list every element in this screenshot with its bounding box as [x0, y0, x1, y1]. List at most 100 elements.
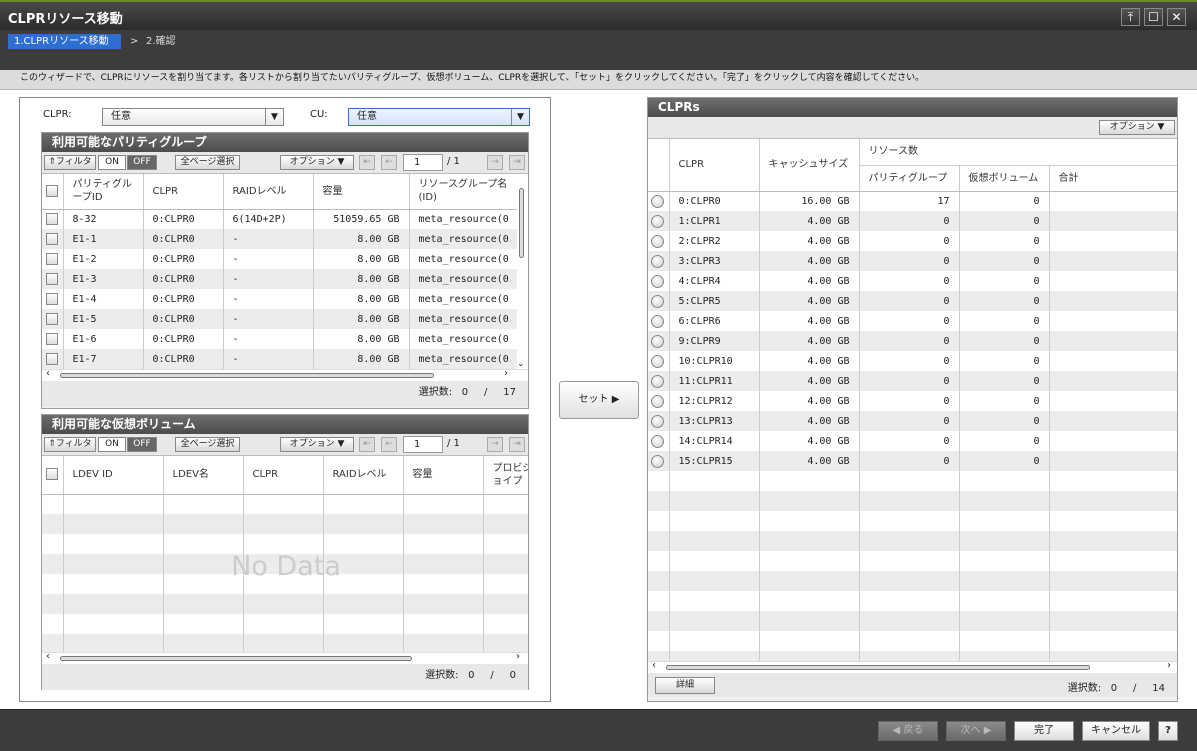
filter-on-toggle[interactable]: ON	[98, 155, 126, 170]
column-header[interactable]: RAIDレベル	[223, 174, 314, 210]
filter-on-toggle[interactable]: ON	[98, 437, 126, 452]
column-header-vvol[interactable]: 仮想ボリューム	[959, 165, 1050, 192]
table-row[interactable]: E1-1 0:CLPR0-8.00 GB meta_resource(0	[42, 229, 519, 249]
table-row[interactable]: E1-4 0:CLPR0-8.00 GB meta_resource(0	[42, 289, 519, 309]
scroll-right-icon[interactable]: ›	[504, 368, 508, 379]
column-header-parity[interactable]: パリティグループ	[859, 165, 960, 192]
filter-off-toggle[interactable]: OFF	[127, 437, 157, 452]
cu-filter-select[interactable]: 任意 ▼	[348, 108, 530, 126]
column-header[interactable]: 容量	[403, 456, 484, 495]
row-radio[interactable]	[651, 414, 664, 428]
scroll-right-icon[interactable]: ›	[516, 651, 520, 662]
scroll-left-icon[interactable]: ‹	[46, 651, 50, 662]
filter-button[interactable]: ⇑フィルタ	[44, 437, 96, 452]
table-row[interactable]: 0:CLPR016.00 GB1701	[648, 191, 1177, 211]
row-radio[interactable]	[651, 234, 664, 248]
column-header-clpr[interactable]: CLPR	[669, 139, 760, 192]
column-header[interactable]: CLPR	[143, 174, 224, 210]
select-all-checkbox[interactable]	[46, 184, 58, 197]
last-page-icon[interactable]: ⇥	[509, 155, 525, 170]
page-number-input[interactable]: 1	[403, 154, 443, 171]
table-row[interactable]: 9:CLPR9 4.00 GB 0 0	[648, 331, 1177, 351]
horizontal-scrollbar[interactable]: ‹ ›	[648, 660, 1177, 673]
finish-button[interactable]: 完了	[1014, 721, 1074, 741]
horizontal-scrollbar[interactable]: ‹ ›	[42, 651, 528, 664]
table-row[interactable]: 1:CLPR1 4.00 GB 0 0	[648, 211, 1177, 231]
scroll-thumb[interactable]	[60, 373, 434, 378]
row-checkbox[interactable]	[46, 233, 58, 245]
table-row[interactable]: E1-6 0:CLPR0-8.00 GB meta_resource(0	[42, 329, 519, 349]
column-header[interactable]: パリティグループID	[63, 174, 144, 210]
table-row[interactable]: E1-7 0:CLPR0-8.00 GB meta_resource(0	[42, 349, 519, 369]
select-all-checkbox[interactable]	[46, 468, 58, 481]
column-header[interactable]: リソースグループ名(ID)	[409, 174, 519, 210]
row-radio[interactable]	[651, 454, 664, 468]
row-radio[interactable]	[651, 394, 664, 408]
options-button[interactable]: オプション ▼	[280, 437, 354, 452]
select-all-pages-button[interactable]: 全ページ選択	[175, 437, 240, 452]
row-radio[interactable]	[651, 254, 664, 268]
row-checkbox[interactable]	[46, 333, 58, 345]
options-button[interactable]: オプション ▼	[280, 155, 354, 170]
column-header[interactable]: LDEV ID	[63, 456, 164, 495]
scroll-thumb[interactable]	[60, 656, 412, 661]
column-header[interactable]: LDEV名	[163, 456, 244, 495]
row-checkbox[interactable]	[46, 213, 58, 226]
prev-page-icon[interactable]: ←	[381, 155, 397, 170]
horizontal-scrollbar[interactable]: ‹ ›	[42, 368, 528, 381]
pin-icon[interactable]: ⤒	[1121, 8, 1140, 26]
table-row[interactable]: 15:CLPR15 4.00 GB 0 0	[648, 451, 1177, 471]
scroll-left-icon[interactable]: ‹	[46, 368, 50, 379]
column-header[interactable]: CLPR	[243, 456, 324, 495]
table-row[interactable]: E1-3 0:CLPR0-8.00 GB meta_resource(0	[42, 269, 519, 289]
table-row[interactable]: 14:CLPR14 4.00 GB 0 0	[648, 431, 1177, 451]
clpr-filter-select[interactable]: 任意 ▼	[102, 108, 284, 126]
row-radio[interactable]	[651, 374, 664, 388]
detail-button[interactable]: 詳細	[655, 677, 715, 694]
options-button[interactable]: オプション ▼	[1099, 120, 1175, 135]
first-page-icon[interactable]: ⇤	[359, 155, 375, 170]
last-page-icon[interactable]: ⇥	[509, 437, 525, 452]
cancel-button[interactable]: キャンセル	[1082, 721, 1150, 741]
table-row[interactable]: E1-5 0:CLPR0-8.00 GB meta_resource(0	[42, 309, 519, 329]
table-row[interactable]: 5:CLPR5 4.00 GB 0 0	[648, 291, 1177, 311]
table-row[interactable]: 11:CLPR11 4.00 GB 0 0	[648, 371, 1177, 391]
column-header-total[interactable]: 合計	[1049, 165, 1177, 192]
table-row[interactable]: 13:CLPR13 4.00 GB 0 0	[648, 411, 1177, 431]
scroll-right-icon[interactable]: ›	[1167, 660, 1171, 671]
next-button[interactable]: 次へ ▶	[946, 721, 1006, 741]
scroll-thumb[interactable]	[666, 665, 1090, 670]
table-row[interactable]: 4:CLPR4 4.00 GB 0 0	[648, 271, 1177, 291]
row-radio[interactable]	[651, 314, 664, 328]
vertical-scrollbar[interactable]: ⌄	[517, 174, 527, 369]
row-radio[interactable]	[651, 294, 664, 308]
page-number-input[interactable]: 1	[403, 436, 443, 453]
row-checkbox[interactable]	[46, 313, 58, 325]
row-radio[interactable]	[651, 354, 664, 368]
row-radio[interactable]	[651, 194, 664, 208]
close-icon[interactable]: ✕	[1167, 8, 1186, 26]
table-row[interactable]: 3:CLPR3 4.00 GB 0 0	[648, 251, 1177, 271]
filter-button[interactable]: ⇑フィルタ	[44, 155, 96, 170]
row-radio[interactable]	[651, 434, 664, 448]
scroll-thumb[interactable]	[519, 188, 524, 258]
scroll-down-icon[interactable]: ⌄	[517, 359, 525, 369]
row-radio[interactable]	[651, 334, 664, 348]
row-radio[interactable]	[651, 214, 664, 228]
help-button[interactable]: ?	[1158, 721, 1178, 741]
select-all-pages-button[interactable]: 全ページ選択	[175, 155, 240, 170]
first-page-icon[interactable]: ⇤	[359, 437, 375, 452]
table-row[interactable]: 2:CLPR2 4.00 GB 0 0	[648, 231, 1177, 251]
row-checkbox[interactable]	[46, 353, 58, 365]
prev-page-icon[interactable]: ←	[381, 437, 397, 452]
next-page-icon[interactable]: →	[487, 155, 503, 170]
column-header-cache[interactable]: キャッシュサイズ	[759, 139, 860, 192]
table-row[interactable]: E1-2 0:CLPR0-8.00 GB meta_resource(0	[42, 249, 519, 269]
scroll-left-icon[interactable]: ‹	[652, 660, 656, 671]
set-button[interactable]: セット ▶	[559, 381, 639, 419]
table-row[interactable]: 6:CLPR6 4.00 GB 0 0	[648, 311, 1177, 331]
back-button[interactable]: ◀ 戻る	[878, 721, 938, 741]
column-header[interactable]: 容量	[313, 174, 410, 210]
column-header[interactable]: RAIDレベル	[323, 456, 404, 495]
table-row[interactable]: 10:CLPR10 4.00 GB 0 0	[648, 351, 1177, 371]
